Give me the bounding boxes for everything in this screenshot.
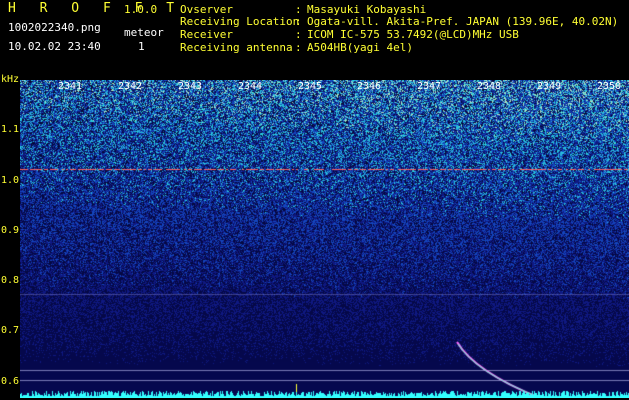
time-tick-label: 2344 — [238, 81, 263, 92]
time-tick-label: 2348 — [477, 81, 502, 92]
time-tick-label: 2349 — [537, 81, 562, 92]
time-tick-label: 2347 — [417, 81, 442, 92]
time-tick-label: 2341 — [58, 81, 83, 92]
time-tick-label: 2343 — [178, 81, 203, 92]
time-tick-label: 2345 — [298, 81, 323, 92]
time-axis: 2341 2342 2343 2344 2345 2346 2347 2348 … — [0, 0, 629, 400]
time-tick-label: 2350 — [597, 81, 622, 92]
hrofft-window: H R O F F T 1.0.0 1002022340.png 10.02.0… — [0, 0, 629, 400]
time-tick-label: 2346 — [357, 81, 382, 92]
time-tick-label: 2342 — [118, 81, 143, 92]
